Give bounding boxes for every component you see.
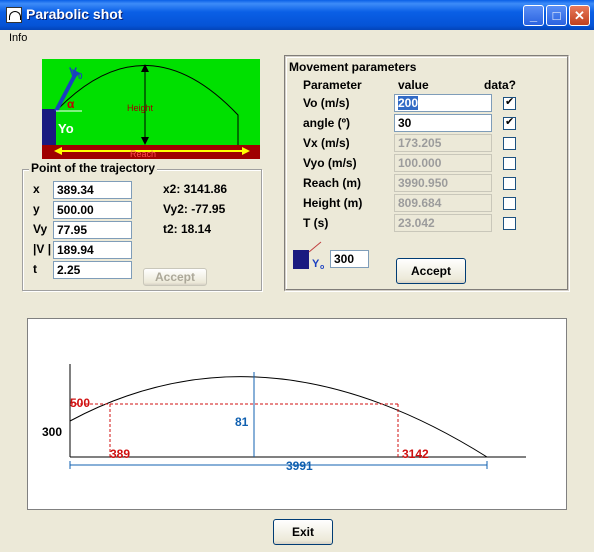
vo-field[interactable]: 200	[394, 94, 492, 112]
vx-checkbox[interactable]	[503, 137, 516, 150]
header-data: data?	[484, 78, 517, 92]
vyo-label: Vyo (m/s)	[303, 156, 357, 170]
t-label: t	[33, 262, 37, 276]
vx-label: Vx (m/s)	[303, 136, 350, 150]
plot-canvas: 500 300 81 389 3142 3991	[42, 364, 526, 473]
header-parameter: Parameter	[303, 78, 362, 92]
maximize-button[interactable]: □	[546, 5, 567, 26]
angle-label: angle (º)	[303, 116, 351, 130]
vo-checkbox[interactable]	[503, 95, 516, 110]
t-field[interactable]: 2.25	[53, 261, 132, 279]
menu-info[interactable]: Info	[9, 32, 27, 44]
minimize-button[interactable]: _	[523, 5, 544, 26]
plot-y-point-label: 500	[70, 396, 90, 410]
movement-accept-button[interactable]: Accept	[396, 258, 466, 284]
diagram-yo-label: Yo	[58, 121, 74, 136]
header-value: value	[398, 78, 429, 92]
exit-button[interactable]: Exit	[273, 519, 333, 545]
point-group-title: Point of the trajectory	[29, 161, 158, 175]
plot-x1-label: 389	[110, 447, 130, 461]
window-title: Parabolic shot	[26, 6, 123, 22]
vyo-field[interactable]: 100.000	[394, 154, 492, 172]
y0-icon-label: Y	[312, 258, 320, 270]
t2-text: t2: 18.14	[163, 222, 212, 236]
y0-icon-subscript: o	[320, 264, 324, 270]
vo-label: Vo (m/s)	[303, 96, 350, 110]
plot-height-label: 81	[235, 415, 249, 429]
period-field[interactable]: 23.042	[394, 214, 492, 232]
angle-checkbox[interactable]	[503, 115, 516, 130]
point-accept-button[interactable]: Accept	[143, 268, 207, 286]
diagram-height-label: Height	[127, 103, 154, 113]
menu-bar: Info	[0, 30, 594, 48]
close-button[interactable]: ✕	[569, 5, 590, 26]
y-label: y	[33, 202, 40, 216]
vx-field[interactable]: 173.205	[394, 134, 492, 152]
trajectory-plot: 500 300 81 389 3142 3991	[27, 318, 567, 510]
reach-field[interactable]: 3990.950	[394, 174, 492, 192]
vy2-text: Vy2: -77.95	[163, 202, 226, 216]
period-label: T (s)	[303, 216, 329, 230]
plot-y0-label: 300	[42, 425, 62, 439]
reach-label: Reach (m)	[303, 176, 362, 190]
y0-icon: Y o	[293, 241, 324, 270]
height-field[interactable]: 809.684	[394, 194, 492, 212]
y-field[interactable]: 500.00	[53, 201, 132, 219]
diagram-alpha-label: α	[67, 97, 75, 111]
vy-field[interactable]: 77.95	[53, 221, 132, 239]
speed-field[interactable]: 189.94	[53, 241, 132, 259]
app-icon	[6, 7, 22, 23]
trajectory-diagram: V 0 α Yo Height Reach	[42, 59, 260, 159]
title-bar: Parabolic shot _ □ ✕	[0, 0, 594, 30]
height-label: Height (m)	[303, 196, 363, 210]
period-checkbox[interactable]	[503, 217, 516, 230]
vyo-checkbox[interactable]	[503, 157, 516, 170]
movement-group-title: Movement parameters	[289, 60, 417, 74]
diagram-reach-label: Reach	[130, 149, 156, 159]
y0-field[interactable]: 300	[330, 250, 369, 268]
diagram-cannon	[42, 109, 56, 145]
diagram-v0-label: V	[69, 65, 77, 79]
speed-label: |V |	[33, 242, 52, 256]
plot-reach-label: 3991	[286, 459, 313, 473]
plot-x2-label: 3142	[402, 447, 429, 461]
diagram-v0-subscript: 0	[78, 72, 83, 81]
reach-checkbox[interactable]	[503, 177, 516, 190]
x-label: x	[33, 182, 40, 196]
x-field[interactable]: 389.34	[53, 181, 132, 199]
x2-text: x2: 3141.86	[163, 182, 228, 196]
height-checkbox[interactable]	[503, 197, 516, 210]
plot-trajectory	[69, 376, 488, 458]
vy-label: Vy	[33, 222, 48, 236]
angle-field[interactable]: 30	[394, 114, 492, 132]
